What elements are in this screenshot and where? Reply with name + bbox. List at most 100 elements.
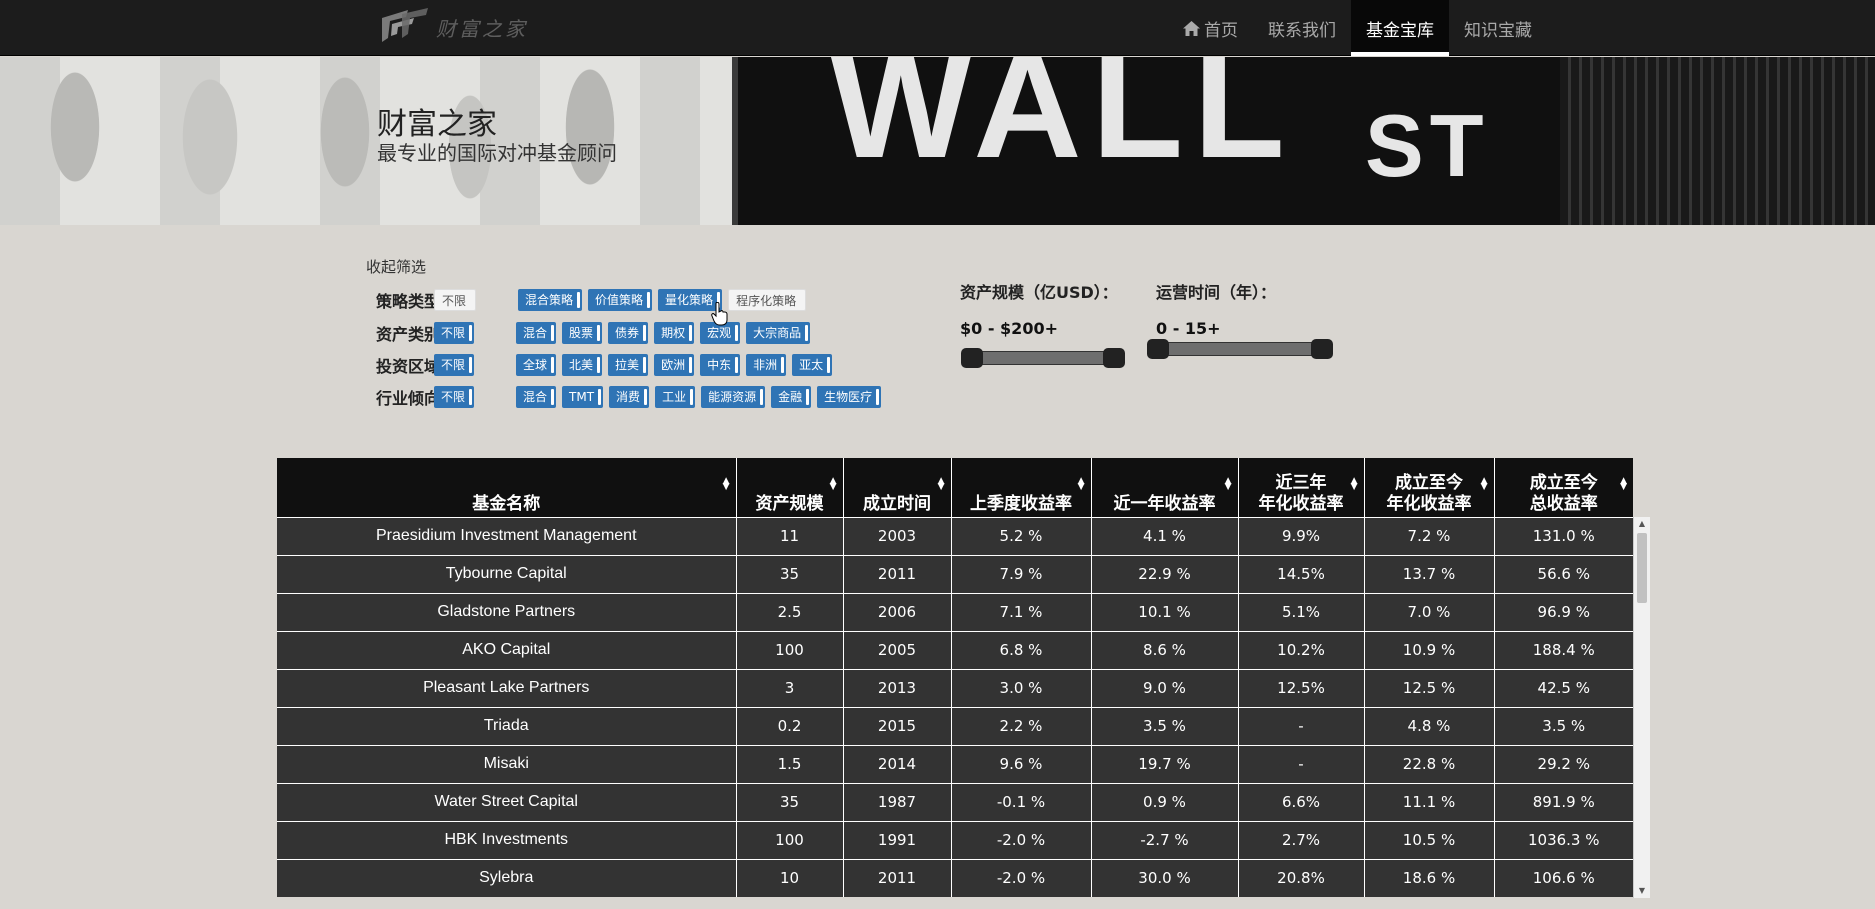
tag-industrial[interactable]: 工业 [655, 386, 696, 408]
tag-global[interactable]: 全球 [516, 354, 557, 376]
slider-max-handle[interactable] [1103, 348, 1125, 368]
scroll-up-icon[interactable]: ▲ [1634, 517, 1650, 531]
tag-options[interactable]: 期权 [654, 322, 695, 344]
tag-program-strategy[interactable]: 程序化策略 [728, 289, 807, 311]
table-cell: 3.5 % [1494, 706, 1633, 745]
table-row[interactable]: Triada 0.2 2015 2.2 % 3.5 % -4.8 % 3.5 % [277, 706, 1633, 745]
column-header[interactable]: 成立时间 ▲ ▼ [843, 458, 952, 517]
tag-mixed[interactable]: 混合 [516, 386, 557, 408]
column-header-label: 近三年 [1275, 472, 1327, 493]
sort-icon[interactable]: ▲ ▼ [723, 477, 730, 492]
collapse-filters-link[interactable]: 收起筛选 [366, 256, 426, 277]
table-row[interactable]: Pleasant Lake Partners 3 2013 3.0 % 9.0 % 12.… [277, 668, 1633, 707]
tag-bonds[interactable]: 债券 [608, 322, 649, 344]
table-cell: 1.5 [736, 744, 844, 783]
table-cell: 29.2 % [1494, 744, 1633, 783]
tag-commodities[interactable]: 大宗商品 [746, 322, 811, 344]
tag-any[interactable]: 不限 [434, 289, 477, 311]
sort-icon[interactable]: ▲ ▼ [1351, 477, 1358, 492]
brand-name: 财富之家 [436, 16, 528, 41]
column-header[interactable]: 资产规模 ▲ ▼ [736, 458, 844, 517]
table-row[interactable]: Tybourne Capital 35 2011 7.9 % 22.9 % 14.5% 13… [277, 554, 1633, 593]
tag-finance[interactable]: 金融 [771, 386, 812, 408]
column-header-label: 年化收益率 [1258, 493, 1344, 514]
years-range-filter: 运营时间（年）： 0 - 15+ [1156, 279, 1276, 338]
column-header[interactable]: 近一年收益率 ▲ ▼ [1091, 458, 1239, 517]
table-row[interactable]: Sylebra 10 2011 -2.0 % 30.0 % 20.8% 18.6 % 106.… [277, 858, 1633, 897]
tag-africa[interactable]: 非洲 [746, 354, 787, 376]
slider-min-handle[interactable] [1147, 339, 1169, 359]
sort-icon[interactable]: ▲ ▼ [830, 477, 837, 492]
tag-middle-east[interactable]: 中东 [700, 354, 741, 376]
table-cell: 19.7 % [1091, 744, 1239, 783]
slider-min-handle[interactable] [961, 348, 983, 368]
tag-stocks[interactable]: 股票 [562, 322, 603, 344]
tag-asia-pacific[interactable]: 亚太 [792, 354, 833, 376]
fund-name-cell: Misaki [277, 744, 737, 783]
tag-latin-america[interactable]: 拉美 [608, 354, 649, 376]
tag-north-america[interactable]: 北美 [562, 354, 603, 376]
table-cell: 3 [736, 668, 844, 707]
asset-range-slider[interactable] [961, 348, 1125, 368]
sort-icon[interactable]: ▲ ▼ [1078, 477, 1085, 492]
brand-logo[interactable]: 财富之家 [378, 8, 528, 46]
table-cell: 6.6% [1238, 782, 1365, 821]
table-scrollbar[interactable]: ▲ ▼ [1633, 517, 1650, 898]
tag-europe[interactable]: 欧洲 [654, 354, 695, 376]
table-cell: 891.9 % [1494, 782, 1633, 821]
table-body: Praesidium Investment Management 11 2003 5.… [277, 516, 1633, 897]
fund-table-container: 基金名称 ▲ ▼ 资产规模 ▲ ▼ 成立时间 ▲ ▼ 上季度收益率 ▲ ▼ 近一年收益率 ▲ ▼ 近三年 年化收… [277, 458, 1650, 898]
main-nav: 首页 联系我们 基金宝库 知识宝藏 [1168, 0, 1547, 56]
table-row[interactable]: HBK Investments 100 1991 -2.0 % -2.7 % 2.7% 10… [277, 820, 1633, 859]
column-header[interactable]: 成立至今 年化收益率 ▲ ▼ [1364, 458, 1495, 517]
fund-name-cell: AKO Capital [277, 630, 737, 669]
tag-consumer[interactable]: 消费 [609, 386, 650, 408]
tag-any[interactable]: 不限 [434, 386, 475, 408]
tag-mixed[interactable]: 混合 [516, 322, 557, 344]
years-range-slider[interactable] [1147, 339, 1333, 359]
table-row[interactable]: Praesidium Investment Management 11 2003 5.… [277, 516, 1633, 555]
table-cell: 2005 [843, 630, 952, 669]
fund-name-cell: HBK Investments [277, 820, 737, 859]
tag-biomedical[interactable]: 生物医疗 [817, 386, 882, 408]
filter-row-strategy: 策略类型： 不限 混合策略 价值策略 量化策略 程序化策略 [376, 289, 812, 311]
scroll-down-icon[interactable]: ▼ [1634, 884, 1650, 898]
table-cell: 5.1% [1238, 592, 1365, 631]
column-header[interactable]: 成立至今 总收益率 ▲ ▼ [1494, 458, 1633, 517]
sort-icon[interactable]: ▲ ▼ [1225, 477, 1232, 492]
column-header[interactable]: 上季度收益率 ▲ ▼ [951, 458, 1092, 517]
nav-knowledge[interactable]: 知识宝藏 [1449, 0, 1547, 56]
table-cell: 3.5 % [1091, 706, 1239, 745]
column-header-label: 近一年收益率 [1113, 493, 1216, 514]
tag-any[interactable]: 不限 [434, 354, 475, 376]
table-cell: 56.6 % [1494, 554, 1633, 593]
table-cell: 18.6 % [1364, 858, 1495, 897]
slider-max-handle[interactable] [1311, 339, 1333, 359]
nav-home[interactable]: 首页 [1168, 0, 1253, 56]
tag-any[interactable]: 不限 [434, 322, 475, 344]
column-header[interactable]: 基金名称 ▲ ▼ [277, 458, 737, 517]
tag-energy-resources[interactable]: 能源资源 [701, 386, 766, 408]
table-cell: 188.4 % [1494, 630, 1633, 669]
table-cell: 11.1 % [1364, 782, 1495, 821]
table-row[interactable]: Water Street Capital 35 1987 -0.1 % 0.9 % 6.6… [277, 782, 1633, 821]
scroll-thumb[interactable] [1637, 533, 1647, 603]
sort-icon[interactable]: ▲ ▼ [938, 477, 945, 492]
tag-tmt[interactable]: TMT [562, 386, 604, 408]
sort-icon[interactable]: ▲ ▼ [1481, 477, 1488, 492]
table-cell: 9.6 % [951, 744, 1092, 783]
fund-table: 基金名称 ▲ ▼ 资产规模 ▲ ▼ 成立时间 ▲ ▼ 上季度收益率 ▲ ▼ 近一年收益率 ▲ ▼ 近三年 年化收… [277, 458, 1633, 897]
table-row[interactable]: Gladstone Partners 2.5 2006 7.1 % 10.1 % 5.1%… [277, 592, 1633, 631]
sort-icon[interactable]: ▲ ▼ [1620, 477, 1627, 492]
table-cell: 3.0 % [951, 668, 1092, 707]
sign-text-wall: WALL [830, 57, 1295, 189]
column-header[interactable]: 近三年 年化收益率 ▲ ▼ [1238, 458, 1365, 517]
tag-value-strategy[interactable]: 价值策略 [588, 289, 653, 311]
table-cell: 2.7% [1238, 820, 1365, 859]
table-cell: 12.5 % [1364, 668, 1495, 707]
table-row[interactable]: AKO Capital 100 2005 6.8 % 8.6 % 10.2% 10.9 % 1… [277, 630, 1633, 669]
table-row[interactable]: Misaki 1.5 2014 9.6 % 19.7 % -22.8 % 29.2 % [277, 744, 1633, 783]
nav-fund-library[interactable]: 基金宝库 [1351, 0, 1449, 56]
tag-mixed-strategy[interactable]: 混合策略 [518, 289, 583, 311]
nav-contact[interactable]: 联系我们 [1253, 0, 1351, 56]
